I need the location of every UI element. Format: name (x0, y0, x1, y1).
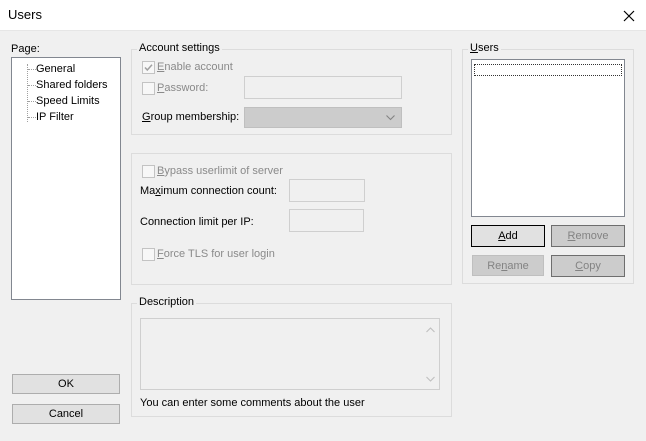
cancel-button[interactable]: Cancel (12, 404, 120, 424)
force-tls-checkbox[interactable] (142, 248, 155, 261)
tree-connector (27, 64, 28, 122)
mnemonic: G (142, 111, 151, 123)
password-checkbox[interactable] (142, 82, 155, 95)
enable-account-checkbox[interactable] (142, 61, 155, 74)
label-part: Ma (140, 185, 156, 197)
users-legend: Users (468, 42, 501, 54)
bypass-userlimit-label: Bypass userlimit of server (157, 165, 283, 177)
remove-user-button[interactable]: Remove (551, 225, 625, 247)
description-textarea[interactable] (140, 318, 440, 390)
page-label: Page: (11, 43, 40, 55)
account-settings-legend: Account settings (137, 42, 222, 54)
tree-item-general[interactable]: General (36, 63, 75, 75)
copy-user-button[interactable]: Copy (551, 255, 625, 277)
label-part: Re (487, 259, 502, 272)
description-hint: You can enter some comments about the us… (140, 397, 365, 409)
close-button[interactable] (612, 0, 646, 31)
password-label: Password: (157, 82, 208, 94)
tree-item-ip-filter[interactable]: IP Filter (36, 111, 74, 123)
connection-limit-per-ip-input[interactable] (289, 209, 364, 232)
mnemonic: A (498, 230, 506, 242)
label-part: ame (507, 259, 529, 272)
tree-item-speed-limits[interactable]: Speed Limits (36, 95, 100, 107)
description-legend: Description (137, 296, 197, 308)
password-input[interactable] (244, 76, 402, 99)
checkmark-icon (144, 64, 153, 72)
group-membership-label: Group membership: (142, 111, 239, 123)
title-bar (0, 0, 646, 31)
users-list[interactable] (471, 59, 625, 217)
page-tree[interactable]: General Shared folders Speed Limits IP F… (11, 57, 121, 300)
scroll-down-icon (426, 376, 435, 382)
label-part: opy (583, 260, 601, 272)
label-part: sers (477, 42, 499, 54)
rename-user-button[interactable]: Re n ame (472, 255, 544, 276)
label-part: roup membership: (150, 111, 240, 123)
window-title: Users (8, 7, 42, 22)
group-membership-select[interactable] (244, 107, 402, 128)
label-part: ypass userlimit of server (164, 165, 283, 177)
label-part: assword: (164, 82, 209, 94)
close-icon (623, 10, 635, 21)
add-user-button[interactable]: Add (471, 225, 545, 247)
label-part: nable account (164, 61, 233, 73)
chevron-down-icon (386, 115, 395, 121)
tree-connector (28, 101, 36, 102)
description-scrollbar[interactable] (422, 319, 439, 389)
tree-connector (28, 69, 36, 70)
mnemonic: R (567, 230, 576, 242)
label-part: dd (505, 230, 518, 242)
label-part: emove (575, 230, 609, 242)
mnemonic: F (157, 248, 164, 260)
scroll-up-icon (426, 327, 435, 333)
list-focus-rect (474, 64, 622, 76)
tree-connector (28, 85, 36, 86)
connection-limit-per-ip-label: Connection limit per IP: (140, 216, 254, 228)
tree-item-shared-folders[interactable]: Shared folders (36, 79, 108, 91)
mnemonic: C (575, 260, 584, 272)
mnemonic: U (470, 42, 478, 54)
tree-connector (28, 117, 36, 118)
force-tls-label: Force TLS for user login (157, 248, 275, 260)
ok-button[interactable]: OK (12, 374, 120, 394)
label-part: orce TLS for user login (163, 248, 275, 260)
enable-account-label: Enable account (157, 61, 233, 73)
max-connection-input[interactable] (289, 179, 365, 202)
label-part: imum connection count: (160, 185, 277, 197)
max-connection-label: Maximum connection count: (140, 185, 277, 197)
bypass-userlimit-checkbox[interactable] (142, 165, 155, 178)
